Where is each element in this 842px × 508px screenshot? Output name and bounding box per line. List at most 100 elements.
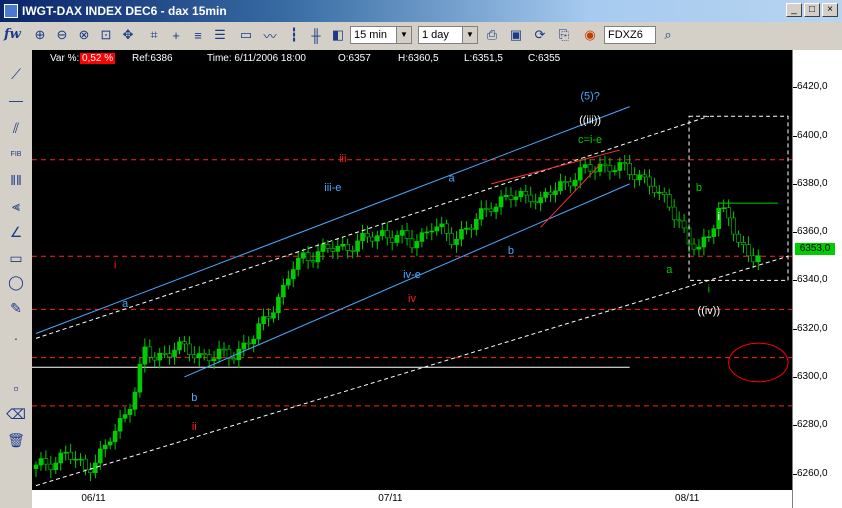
y-tick-label: 6380,0: [797, 177, 828, 189]
zoom-box-icon[interactable]: ⊡: [96, 25, 116, 45]
candle-body-30: [182, 341, 187, 345]
candle-body-4: [53, 462, 59, 471]
candle-body-95: [503, 194, 509, 197]
eraser-icon[interactable]: ⌫: [6, 404, 26, 424]
candle-body-110: [577, 167, 583, 181]
trendline-icon[interactable]: ⟋: [6, 64, 26, 84]
refresh-icon[interactable]: ⟳: [530, 25, 550, 45]
fan-icon[interactable]: ⫷: [6, 196, 26, 216]
candle-body-71: [384, 230, 390, 239]
candle-body-16: [112, 430, 118, 443]
candle-body-99: [523, 191, 529, 196]
candle-body-118: [617, 162, 623, 171]
wave-label-11: b: [191, 392, 197, 404]
candle-body-67: [365, 233, 370, 238]
symbol-input[interactable]: FDXZ6: [604, 26, 656, 44]
wave-label-6: b: [508, 245, 514, 257]
hline-icon[interactable]: ―: [6, 90, 26, 110]
zoom-fit-icon[interactable]: ⊗: [74, 25, 94, 45]
minimize-button[interactable]: _: [786, 3, 802, 17]
print-icon[interactable]: ⎙: [482, 25, 502, 45]
maximize-button[interactable]: □: [804, 3, 820, 17]
candle-body-143: [741, 242, 746, 245]
candle-body-146: [756, 255, 761, 263]
candle-body-40: [231, 357, 237, 361]
candle-body-139: [721, 207, 726, 209]
candle-body-66: [360, 233, 365, 242]
fibonacci-icon[interactable]: FIB: [6, 142, 26, 162]
candle-body-72: [389, 237, 395, 243]
crosshair-icon[interactable]: ⌗: [144, 25, 164, 45]
x-tick-label: 07/11: [378, 493, 403, 504]
candle-body-119: [622, 162, 628, 164]
candle-body-120: [627, 163, 632, 175]
candle-body-106: [558, 181, 563, 192]
candle-body-23: [147, 346, 153, 358]
save-icon[interactable]: ▣: [506, 25, 526, 45]
candle-body-47: [266, 316, 271, 319]
channel-icon[interactable]: ⫽: [6, 118, 26, 138]
app-icon: [4, 4, 18, 18]
ellipse-icon[interactable]: ◯: [6, 272, 26, 292]
candle-body-85: [454, 238, 459, 245]
template-icon[interactable]: ▭: [236, 25, 256, 45]
trash-icon[interactable]: 🗑: [6, 430, 26, 450]
candle-body-15: [107, 441, 113, 446]
candle-body-74: [399, 230, 405, 236]
y-tick-label: 6340,0: [797, 274, 828, 286]
candle-body-13: [98, 448, 103, 464]
wave-label-0: (5)?: [580, 90, 600, 102]
candle-body-75: [404, 230, 410, 239]
cross-icon[interactable]: +: [166, 25, 186, 45]
chart-panel[interactable]: Var %: 0,52 % Ref:6386 Time: 6/11/2006 1…: [32, 50, 842, 508]
candle-body-80: [429, 230, 435, 233]
wave-label-16: i: [708, 283, 710, 295]
globe-icon[interactable]: ◉: [580, 25, 600, 45]
pan-icon[interactable]: ✥: [118, 25, 138, 45]
y-tick-label: 6280,0: [797, 419, 828, 431]
candle-body-38: [221, 348, 227, 351]
fib-label: FIB: [10, 151, 22, 158]
candle-body-83: [444, 223, 449, 234]
vlines-icon[interactable]: ‖‖: [6, 170, 26, 190]
candle-body-121: [632, 174, 637, 181]
candle-body-105: [553, 190, 558, 195]
range-select[interactable]: 1 day ▼: [418, 26, 478, 44]
candle-body-136: [706, 236, 712, 238]
list-icon[interactable]: ☰: [210, 25, 230, 45]
wave-label-5: a: [449, 172, 456, 184]
candle-body-135: [701, 236, 707, 248]
last-price-tag: 6353,0: [795, 243, 835, 256]
candle-body-131: [681, 220, 687, 229]
window-titlebar: IWGT-DAX INDEX DEC6 - dax 15min _ □ ×: [0, 0, 842, 22]
candle-body-5: [58, 452, 64, 464]
paste-icon[interactable]: ⎘: [554, 25, 574, 45]
candle-body-50: [281, 284, 286, 298]
candle-body-63: [345, 243, 350, 251]
gann-icon[interactable]: ∠: [6, 222, 26, 242]
search-icon[interactable]: ⌕: [658, 25, 678, 45]
candle-body-33: [196, 353, 202, 359]
x-tick-label: 08/11: [675, 493, 700, 504]
color-swatch-icon[interactable]: ▫: [6, 378, 26, 398]
cursor-icon[interactable]: ✎: [6, 298, 26, 318]
close-button[interactable]: ×: [822, 3, 838, 17]
line-chart-icon[interactable]: 〰: [260, 25, 280, 45]
candle-body-77: [414, 241, 420, 249]
zoom-out-icon[interactable]: ⊖: [52, 25, 72, 45]
interval-select[interactable]: 15 min ▼: [350, 26, 412, 44]
candle-body-37: [216, 348, 222, 360]
price-plot[interactable]: (5)? ((iii)) c=i-e iii iii-e a b i a iv-e iv b ii b i a…: [32, 50, 792, 490]
bar-chart-icon[interactable]: ╫: [306, 25, 326, 45]
candle-body-79: [424, 231, 430, 234]
indicator-icon[interactable]: ≡: [188, 25, 208, 45]
wave-label-9: iv-e: [403, 269, 421, 281]
zoom-in-icon[interactable]: ⊕: [30, 25, 50, 45]
color-icon[interactable]: ◧: [328, 25, 348, 45]
candle-body-97: [513, 196, 519, 200]
y-tick-label: 6420,0: [797, 81, 828, 93]
candle-body-101: [533, 201, 538, 204]
rectangle-icon[interactable]: ▭: [6, 248, 26, 268]
candle-chart-icon[interactable]: ┇: [284, 25, 304, 45]
candle-body-142: [736, 233, 741, 243]
